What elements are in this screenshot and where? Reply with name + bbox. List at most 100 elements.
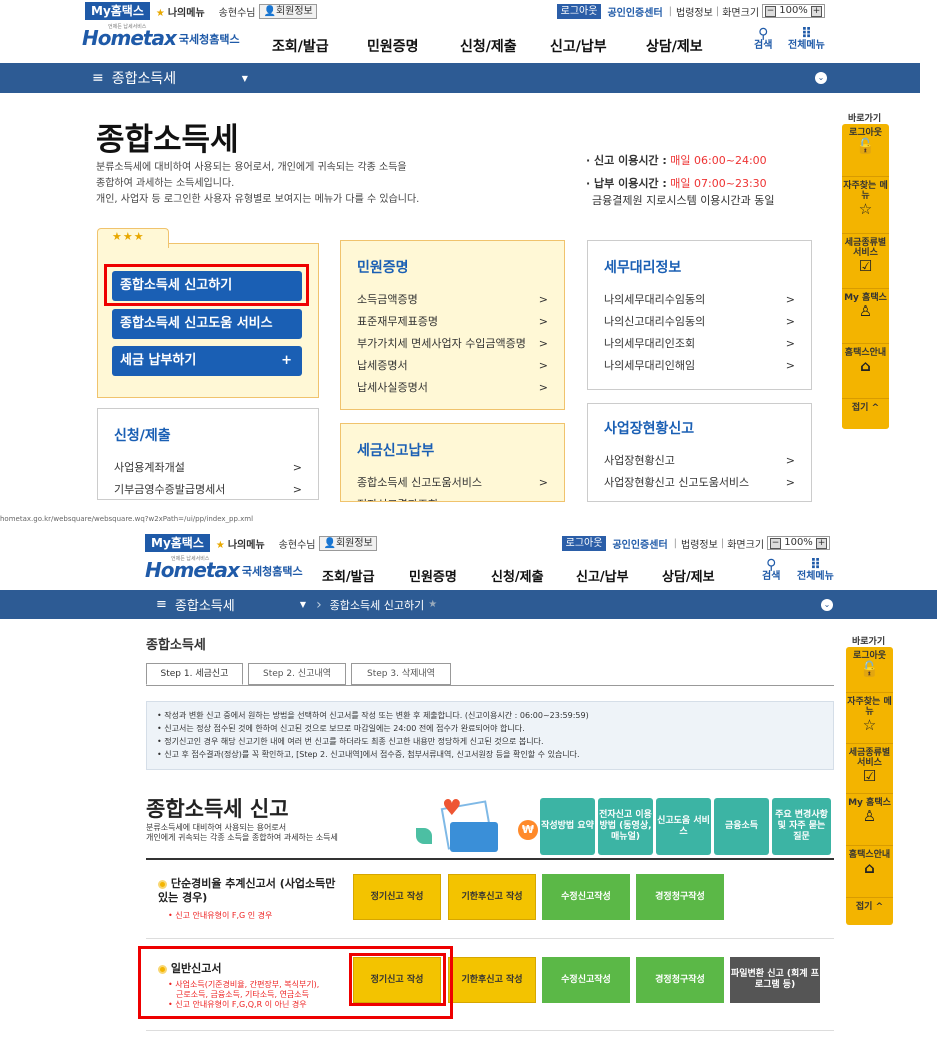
list-item[interactable]: 나의세무대리인해임 >: [604, 355, 795, 377]
chevron-right-icon: >: [785, 337, 795, 350]
zoom-in-button[interactable]: +: [816, 538, 827, 549]
legal-info-link[interactable]: 법령정보: [681, 536, 718, 551]
income-tax-help-button[interactable]: 종합소득세 신고도움 서비스: [112, 309, 302, 339]
search-button[interactable]: ⚲ 검색: [762, 557, 780, 583]
person-icon: 👤: [263, 5, 276, 17]
zoom-in-button[interactable]: +: [811, 6, 822, 17]
quick-logout[interactable]: 로그아웃 🔓: [842, 124, 889, 176]
hometax-logo[interactable]: 언제든 납세서비스 Hometax 국세청홈택스: [82, 24, 240, 50]
list-item[interactable]: 나의세무대리수임동의 >: [604, 289, 795, 311]
nav-report-pay[interactable]: 신고/납부: [576, 566, 662, 585]
quick-favorite-menu[interactable]: 자주찾는 메뉴 ☆: [842, 176, 889, 233]
cert-center-link[interactable]: 공인인증센터: [612, 536, 667, 551]
user-name: 송현수님: [278, 539, 316, 551]
quick-collapse[interactable]: 접기 ^: [846, 897, 893, 925]
quick-guide[interactable]: 홈택스안내 ⌂: [846, 845, 893, 897]
card-title: 사업장현황신고: [604, 421, 695, 437]
all-menu-button[interactable]: ⠿ 전체메뉴: [797, 558, 834, 583]
my-menu-link[interactable]: ★ 나의메뉴: [156, 4, 205, 19]
quick-favorite-menu[interactable]: 자주찾는 메뉴 ☆: [846, 692, 893, 743]
all-menu-button[interactable]: ⠿ 전체메뉴: [788, 27, 825, 52]
star-icon[interactable]: ★: [428, 599, 437, 610]
list-item[interactable]: 전자신고결과조회>: [357, 494, 548, 501]
member-info-button[interactable]: 👤회원정보: [259, 3, 317, 19]
search-button[interactable]: ⚲ 검색: [754, 27, 772, 52]
cert-center-link[interactable]: 공인인증센터: [607, 4, 662, 19]
biz-status-card: 사업장현황신고 사업장현황신고 > 사업장현황신고 신고도움서비스 >: [587, 403, 812, 502]
list-item[interactable]: 납세증명서 >: [357, 355, 548, 377]
tax-agent-card: 세무대리정보 나의세무대리수임동의 > 나의신고대리수임동의 > 나의세무대리인조회…: [587, 240, 812, 390]
list-item[interactable]: 사업용계좌개설 >: [114, 457, 302, 479]
quick-my-hometax[interactable]: My 홈택스 ♙: [846, 793, 893, 845]
lock-icon: 🔓: [856, 137, 875, 155]
simple-late-filing-button[interactable]: 기한후신고 작성: [448, 874, 536, 920]
list-item[interactable]: 기부금영수증발급명세서 >: [114, 479, 302, 499]
general-late-filing-button[interactable]: 기한후신고 작성: [448, 957, 536, 1003]
member-info-button[interactable]: 👤회원정보: [319, 535, 377, 551]
breadcrumb-current[interactable]: 종합소득세: [175, 595, 300, 614]
expand-icon[interactable]: ⌄: [821, 598, 833, 611]
list-item[interactable]: 종합소득세 신고도움서비스 >: [357, 472, 548, 494]
financial-income-button[interactable]: 금융소득: [714, 798, 769, 855]
my-menu-link[interactable]: ★ 나의메뉴: [216, 536, 265, 551]
search-icon: ⚲: [766, 557, 777, 573]
tab-step1[interactable]: Step 1. 세금신고: [146, 663, 243, 685]
quick-tax-service[interactable]: 세금종류별 서비스 ☑: [846, 743, 893, 793]
nav-report-pay[interactable]: 신고/납부: [550, 36, 646, 56]
tax-payment-button[interactable]: 세금 납부하기 +: [112, 346, 302, 376]
utility-bar: My홈택스 ★ 나의메뉴 송현수님 👤회원정보 로그아웃 공인인증센터 | 법령정…: [85, 1, 825, 21]
list-item[interactable]: 나의세무대리인조회 >: [604, 333, 795, 355]
list-item[interactable]: 표준재무제표증명 >: [357, 311, 548, 333]
list-item[interactable]: 사업장현황신고 신고도움서비스 >: [604, 472, 795, 494]
hometax-logo[interactable]: 언제든 납세서비스 Hometax 국세청홈택스: [145, 556, 303, 582]
star-icon: ★: [215, 539, 225, 551]
nav-consult[interactable]: 상담/제보: [662, 566, 732, 585]
quick-links-bar-2: 로그아웃 🔓 자주찾는 메뉴 ☆ 세금종류별 서비스 ☑ My 홈택스 ♙ 홈택스안내 ⌂…: [846, 647, 893, 925]
simple-amended-filing-button[interactable]: 수정신고작성: [542, 874, 630, 920]
zoom-out-button[interactable]: −: [770, 538, 782, 549]
faq-button[interactable]: 주요 변경사항 및 자주 묻는 질문: [772, 798, 831, 855]
quick-logout[interactable]: 로그아웃 🔓: [846, 647, 893, 692]
simple-correction-claim-button[interactable]: 경정청구작성: [636, 874, 724, 920]
chevron-right-icon: >: [538, 359, 548, 372]
list-item[interactable]: 나의신고대리수임동의 >: [604, 311, 795, 333]
tab-step3[interactable]: Step 3. 삭제내역: [351, 663, 451, 685]
zoom-out-button[interactable]: −: [765, 6, 777, 17]
list-item[interactable]: 사업장현황신고 >: [604, 450, 795, 472]
my-hometax-button[interactable]: My홈택스: [85, 2, 150, 20]
quick-tax-service[interactable]: 세금종류별 서비스 ☑: [842, 233, 889, 288]
quick-collapse[interactable]: 접기 ^: [842, 398, 889, 428]
quick-my-hometax[interactable]: My 홈택스 ♙: [842, 288, 889, 343]
screen-size-label: 화면크기: [727, 539, 765, 551]
filing-help-button[interactable]: 신고도움 서비스: [656, 798, 711, 855]
nav-inquiry[interactable]: 조회/발급: [272, 36, 367, 56]
logout-button[interactable]: 로그아웃: [556, 3, 602, 19]
list-item[interactable]: 소득금액증명 >: [357, 289, 548, 311]
tab-step2[interactable]: Step 2. 신고내역: [248, 663, 346, 685]
logout-button[interactable]: 로그아웃: [561, 535, 607, 551]
star-icon: ☆: [862, 716, 877, 734]
legal-info-link[interactable]: 법령정보: [676, 4, 713, 19]
guide-summary-button[interactable]: 작성방법 요약: [540, 798, 595, 855]
nav-apply[interactable]: 신청/제출: [460, 36, 550, 56]
list-item[interactable]: 부가가치세 면세사업자 수입금액증명 >: [357, 333, 548, 355]
breadcrumb-current[interactable]: 종합소득세: [112, 68, 242, 88]
nav-apply[interactable]: 신청/제출: [491, 566, 576, 585]
nav-civil-cert[interactable]: 민원증명: [367, 36, 460, 56]
general-amended-filing-button[interactable]: 수정신고작성: [542, 957, 630, 1003]
nav-civil-cert[interactable]: 민원증명: [409, 566, 491, 585]
general-correction-claim-button[interactable]: 경정청구작성: [636, 957, 724, 1003]
expand-icon[interactable]: ⌄: [815, 72, 827, 84]
main-nav-2: 조회/발급 민원증명 신청/제출 신고/납부 상담/제보: [322, 566, 732, 585]
list-item[interactable]: 납세사실증명서 >: [357, 377, 548, 399]
nav-inquiry[interactable]: 조회/발급: [322, 566, 409, 585]
file-convert-filing-button[interactable]: 파일변환 신고 (회계 프로그램 등): [730, 957, 820, 1003]
breadcrumb-sub[interactable]: 종합소득세 신고하기: [330, 597, 425, 613]
quick-links-title: 바로가기: [852, 637, 886, 647]
quick-guide[interactable]: 홈택스안내 ⌂: [842, 343, 889, 398]
my-hometax-button[interactable]: My홈택스: [145, 534, 210, 552]
simple-regular-filing-button[interactable]: 정기신고 작성: [353, 874, 441, 920]
nav-consult[interactable]: 상담/제보: [646, 36, 726, 56]
e-filing-guide-button[interactable]: 전자신고 이용방법 (동영상, 매뉴얼): [598, 798, 653, 855]
browser-url: hometax.go.kr/websquare/websquare.wq?w2x…: [0, 515, 254, 523]
